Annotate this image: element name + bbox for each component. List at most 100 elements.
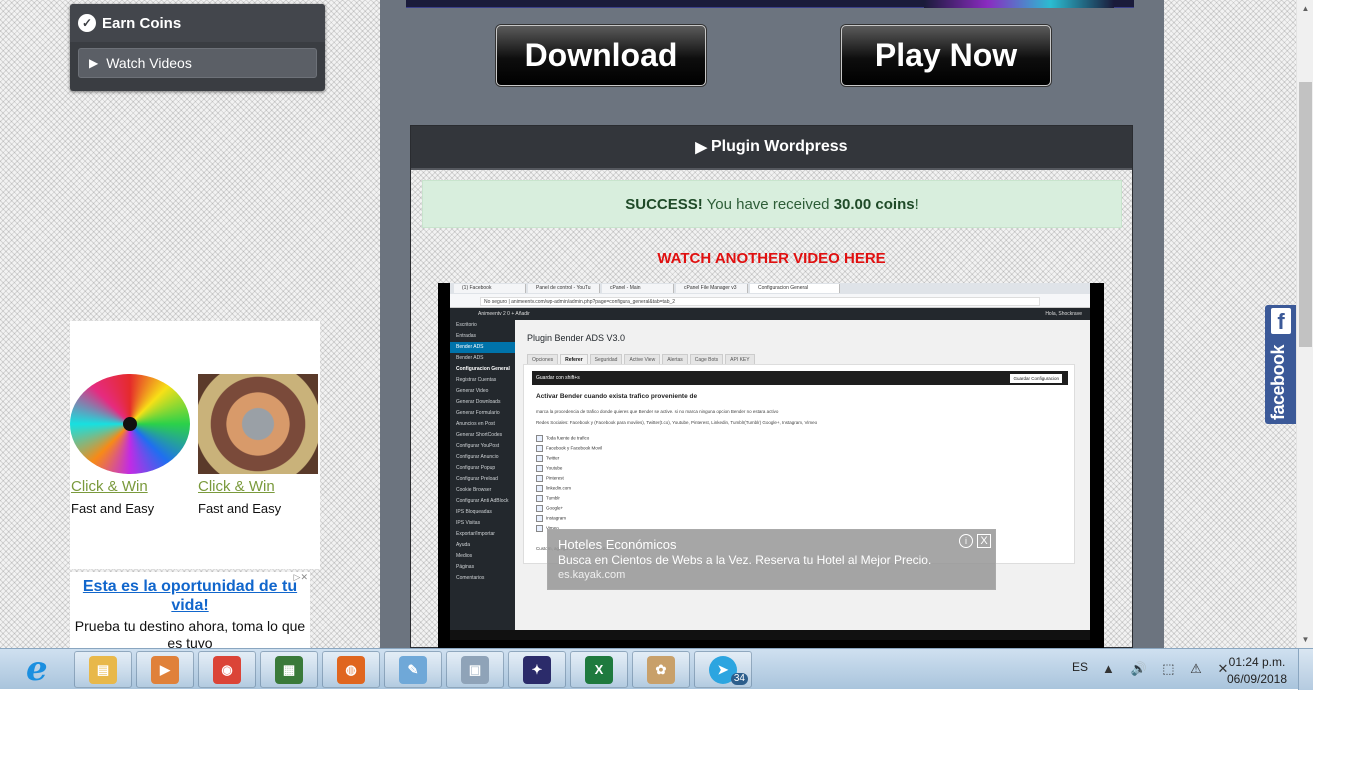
taskbar-paint-button[interactable]: ✿ — [632, 651, 690, 688]
ad-subtitle-1: Fast and Easy — [71, 501, 155, 516]
video-sidebar-item: Generar Downloads — [456, 399, 501, 405]
video-checkbox-row: Twitter — [536, 455, 559, 462]
banner-art — [924, 0, 1114, 8]
video-ad-url[interactable]: es.kayak.com — [558, 569, 625, 581]
taskbar-explorer-button[interactable]: ▤ — [74, 651, 132, 688]
video-checkbox-row: Tumblr — [536, 495, 560, 502]
success-strong: SUCCESS! — [625, 195, 703, 213]
video-player[interactable]: (1) Facebook Panel de control - YouTu cP… — [438, 283, 1104, 648]
windows-taskbar: e ▤ ▶ ◉ ▦ ◍ ✎ ▣ ✦ X ✿ ➤ 34 ES ▲ 🔊 ⬚ ⚠ ✕ 01:24 p.m. … — [0, 648, 1313, 690]
opportunity-ad-description: Prueba tu destino ahora, toma lo que es … — [74, 618, 306, 648]
video-ad-description: Busca en Cientos de Webs a la Vez. Reser… — [558, 553, 932, 567]
facebook-label: facebook — [1268, 344, 1288, 420]
close-icon[interactable]: X — [977, 534, 991, 548]
video-sidebar-item: Generar ShortCodes — [456, 432, 503, 438]
video-sidebar-item: IPS Visitas — [456, 520, 481, 526]
taskbar-calculator-button[interactable]: ▣ — [446, 651, 504, 688]
explorer-icon: ▤ — [89, 655, 117, 684]
taskbar-chrome-button[interactable]: ◉ — [198, 651, 256, 688]
tray-icons[interactable]: ▲ 🔊 ⬚ ⚠ ✕ — [1102, 661, 1234, 677]
success-amount: 30.00 coins — [833, 195, 915, 213]
scroll-down-arrow-icon[interactable]: ▼ — [1297, 631, 1313, 648]
video-sidebar-item: Configurar Anuncio — [456, 454, 499, 460]
video-sidebar-item: Bender ADS — [456, 355, 484, 361]
video-plugin-heading: Plugin Bender ADS V3.0 — [527, 333, 626, 343]
click-and-win-ad[interactable]: Click & Win Fast and Easy Click & Win Fa… — [70, 321, 320, 569]
earn-coins-label: Earn Coins — [102, 14, 182, 32]
scroll-thumb[interactable] — [1299, 82, 1312, 347]
taskbar-game-button[interactable]: ✦ — [508, 651, 566, 688]
wheel-image-1[interactable] — [70, 374, 190, 474]
watch-videos-button[interactable]: ▶ Watch Videos — [78, 48, 317, 78]
earn-coins-title: ✓ Earn Coins — [78, 12, 181, 34]
video-sidebar-item: Generar Formulario — [456, 410, 500, 416]
click-and-win-link-1[interactable]: Click & Win — [71, 478, 148, 495]
wpbar-left: Animeentv 2 0 + Añadir — [478, 311, 530, 317]
language-indicator[interactable]: ES — [1072, 660, 1088, 674]
info-icon[interactable]: i — [959, 534, 973, 548]
chrome-icon: ◉ — [213, 655, 241, 684]
video-checkbox-row: Toda fuente de trafico — [536, 435, 589, 442]
screen: ✓ Earn Coins ▶ Watch Videos Click & Win … — [0, 0, 1360, 768]
video-sidebar-item: Generar Video — [456, 388, 489, 394]
calculator-icon: ▣ — [461, 655, 489, 684]
left-sidebar: ✓ Earn Coins ▶ Watch Videos Click & Win … — [0, 0, 364, 648]
show-desktop-button[interactable] — [1298, 649, 1313, 690]
watch-videos-label: Watch Videos — [106, 55, 192, 71]
notepad-icon: ✎ — [399, 655, 427, 684]
play-icon: ▶ — [89, 56, 99, 70]
video-ad-title[interactable]: Hoteles Económicos — [558, 537, 677, 552]
video-sidebar-item: Configurar Preload — [456, 476, 498, 482]
video-overlay-ad[interactable]: Hoteles Económicos Busca en Cientos de W… — [547, 529, 996, 590]
video-checkbox-row: Facebook y Facebook Movil — [536, 445, 602, 452]
clock-date[interactable]: 06/09/2018 — [1222, 672, 1292, 686]
taskbar-firefox-button[interactable]: ◍ — [322, 651, 380, 688]
panel-title: Plugin Wordpress — [710, 138, 848, 155]
video-card-head-text: Guardar con shift+s — [536, 375, 580, 381]
internet-explorer-icon: e — [26, 649, 48, 689]
video-sidebar-item: Escritorio — [456, 322, 477, 328]
facebook-tab[interactable]: f facebook — [1265, 305, 1296, 424]
video-url: No seguro | animeentv.com/wp-admin/admin… — [480, 297, 1040, 306]
taskbar-notepad-button[interactable]: ✎ — [384, 651, 442, 688]
video-wp-sidebar: Escritorio Entradas Bender ADS Bender ADS Co… — [450, 320, 515, 630]
clock-time[interactable]: 01:24 p.m. — [1222, 655, 1292, 669]
download-button[interactable]: Download — [496, 25, 706, 86]
internet-explorer-button[interactable]: e — [12, 651, 72, 688]
video-tab-active: Configuracion General — [750, 284, 840, 293]
taskbar-media-button[interactable]: ▶ — [136, 651, 194, 688]
video-tab: cPanel File Manager v3 — [676, 284, 748, 293]
video-sidebar-item: Configuracion General — [456, 366, 510, 372]
success-text: You have received — [702, 195, 834, 213]
wheel-image-2[interactable] — [198, 374, 318, 474]
video-sidebar-item: Medios — [456, 553, 473, 559]
notification-badge: 34 — [730, 673, 748, 685]
opportunity-ad[interactable]: ▷✕ Esta es la oportunidad de tu vida! Pr… — [70, 572, 310, 648]
ad-choices-icon[interactable]: ▷✕ — [294, 572, 308, 583]
scroll-up-arrow-icon[interactable]: ▲ — [1297, 0, 1313, 17]
taskbar-telegram-button[interactable]: ➤ 34 — [694, 651, 752, 688]
click-and-win-link-2[interactable]: Click & Win — [198, 478, 275, 495]
play-now-button[interactable]: Play Now — [841, 25, 1051, 86]
game-icon: ✦ — [523, 655, 551, 684]
page-scrollbar[interactable]: ▲ ▼ — [1296, 0, 1313, 648]
excel-icon: X — [585, 655, 613, 684]
video-address-bar: No seguro | animeentv.com/wp-admin/admin… — [450, 294, 1090, 308]
video-subtabs: Opciones Referer Seguridad Active View Alert… — [527, 348, 757, 366]
video-sidebar-item: Anuncios en Post — [456, 421, 495, 427]
system-tray: ES ▲ 🔊 ⬚ ⚠ ✕ 01:24 p.m. 06/09/2018 — [1062, 649, 1313, 690]
play-icon: ▶ — [695, 139, 707, 156]
opportunity-ad-title[interactable]: Esta es la oportunidad de tu vida! — [70, 577, 310, 615]
taskbar-monitor-button[interactable]: ▦ — [260, 651, 318, 688]
video-line: Redes Sociales: Facebook y (Facebook par… — [536, 420, 818, 425]
video-browser-tabs: (1) Facebook Panel de control - YouTu cP… — [450, 283, 1090, 294]
watch-another-video-link[interactable]: WATCH ANOTHER VIDEO HERE — [411, 250, 1132, 267]
video-sidebar-item: Bender ADS — [450, 342, 515, 353]
taskbar-excel-button[interactable]: X — [570, 651, 628, 688]
video-sidebar-item: Entradas — [456, 333, 477, 339]
paint-icon: ✿ — [647, 655, 675, 684]
video-sidebar-item: Cookie Browser — [456, 487, 492, 493]
monitor-icon: ▦ — [275, 655, 303, 684]
success-end: ! — [914, 195, 919, 213]
video-tab: Panel de control - YouTu — [528, 284, 600, 293]
